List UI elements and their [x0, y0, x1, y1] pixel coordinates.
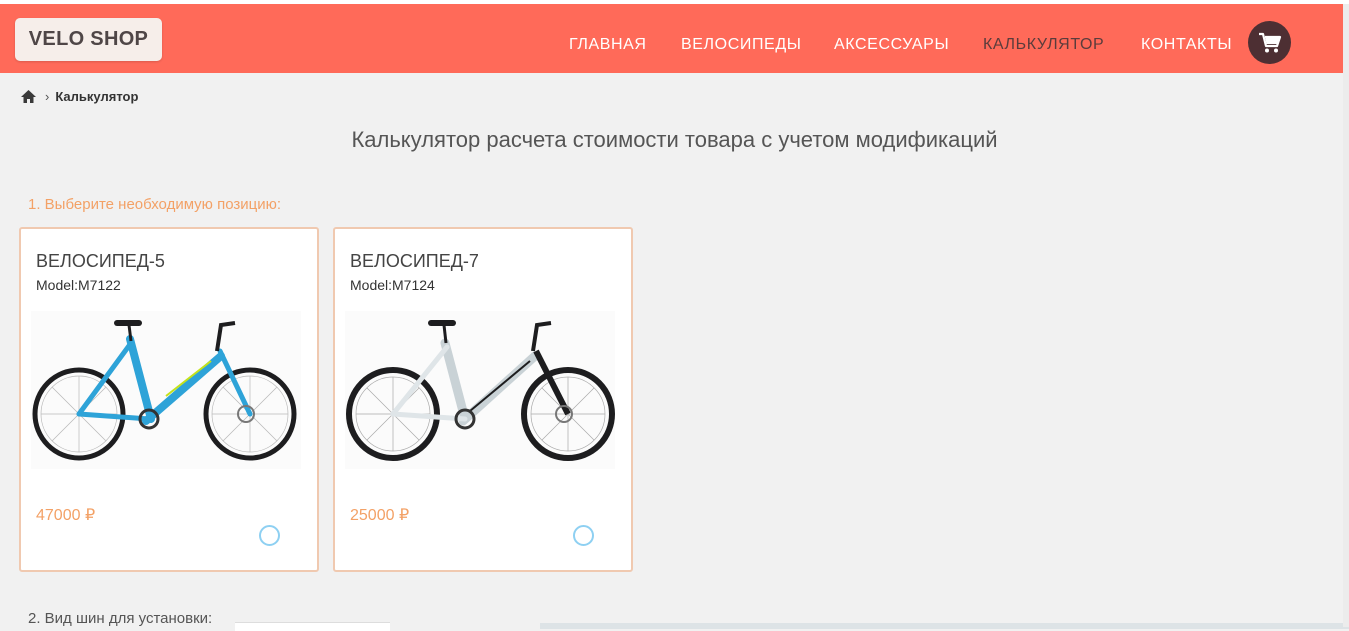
- nav-item-home[interactable]: ГЛАВНАЯ: [569, 36, 647, 54]
- nav-item-contacts[interactable]: КОНТАКТЫ: [1141, 36, 1232, 54]
- product-title: ВЕЛОСИПЕД-7: [350, 251, 479, 271]
- nav-item-calculator[interactable]: КАЛЬКУЛЯТОР: [983, 36, 1104, 54]
- product-price: 47000 ₽: [36, 507, 96, 524]
- cart-button[interactable]: [1248, 21, 1291, 64]
- product-card[interactable]: ВЕЛОСИПЕД-5 Model:M7122 47000 ₽: [19, 227, 319, 572]
- step-1-label: 1. Выберите необходимую позицию:: [28, 196, 282, 213]
- breadcrumb: › Калькулятор: [20, 87, 138, 105]
- product-card[interactable]: ВЕЛОСИПЕД-7 Model:M7124 25000 ₽: [333, 227, 633, 572]
- select-radio[interactable]: [259, 525, 280, 546]
- breadcrumb-current: Калькулятор: [55, 88, 139, 104]
- bicycle-image: [31, 311, 301, 469]
- shopping-cart-icon: [1258, 32, 1281, 52]
- product-model: Model:M7124: [350, 277, 435, 293]
- product-price: 25000 ₽: [350, 507, 410, 524]
- home-icon[interactable]: [20, 89, 37, 104]
- tire-options-bar: [540, 623, 1349, 629]
- site-header: VELO SHOP ГЛАВНАЯ ВЕЛОСИПЕДЫ АКСЕССУАРЫ …: [0, 4, 1349, 73]
- nav-item-bicycles[interactable]: ВЕЛОСИПЕДЫ: [681, 36, 802, 54]
- page-title: Калькулятор расчета стоимости товара с у…: [351, 127, 998, 152]
- select-radio[interactable]: [573, 525, 594, 546]
- breadcrumb-separator: ›: [45, 88, 50, 104]
- logo[interactable]: VELO SHOP: [15, 18, 162, 61]
- nav-item-accessories[interactable]: АКСЕССУАРЫ: [834, 36, 949, 54]
- bicycle-image: [345, 311, 615, 469]
- step-2-label: 2. Вид шин для установки:: [28, 610, 213, 627]
- product-model: Model:M7122: [36, 277, 121, 293]
- page-scrollbar[interactable]: [1343, 4, 1349, 627]
- product-title: ВЕЛОСИПЕД-5: [36, 251, 165, 271]
